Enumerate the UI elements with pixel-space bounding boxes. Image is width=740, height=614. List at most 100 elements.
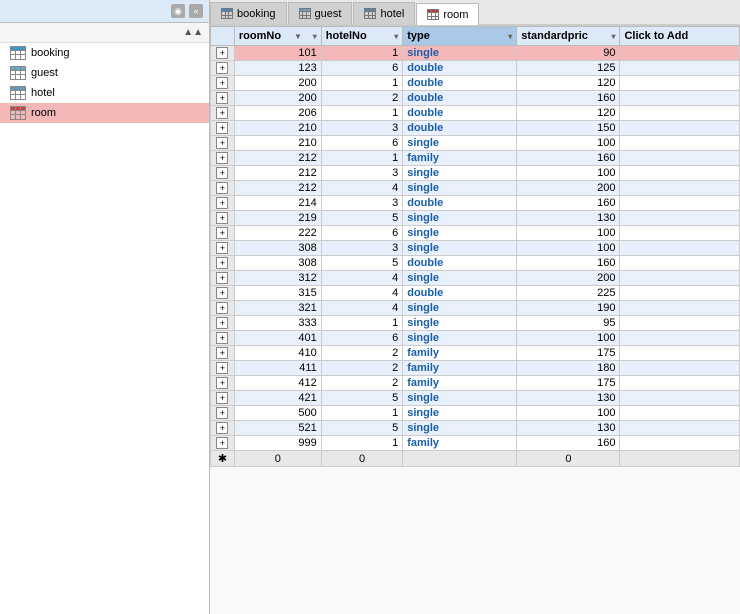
expand-button[interactable]: +	[216, 287, 228, 299]
new-roomno-cell[interactable]: 0	[234, 451, 321, 467]
click-to-add-cell	[620, 61, 740, 76]
col-header-clickToAdd[interactable]: Click to Add	[620, 27, 740, 46]
new-hotelno-cell[interactable]: 0	[321, 451, 402, 467]
expand-cell: +	[211, 271, 235, 286]
expand-button[interactable]: +	[216, 47, 228, 59]
expand-button[interactable]: +	[216, 437, 228, 449]
expand-cell: +	[211, 361, 235, 376]
room-tab-label: room	[443, 9, 468, 21]
expand-button[interactable]: +	[216, 212, 228, 224]
sidebar-item-booking[interactable]: booking	[0, 43, 209, 63]
price-cell: 175	[517, 346, 620, 361]
collapse-icon[interactable]: ▲▲	[183, 27, 203, 38]
hotelno-cell: 5	[321, 211, 402, 226]
type-cell: single	[403, 271, 517, 286]
sidebar-item-guest[interactable]: guest	[0, 63, 209, 83]
tab-hotel[interactable]: hotel	[353, 2, 415, 24]
type-cell: family	[403, 346, 517, 361]
expand-button[interactable]: +	[216, 152, 228, 164]
expand-button[interactable]: +	[216, 377, 228, 389]
sidebar-item-room[interactable]: room	[0, 103, 209, 123]
click-to-add-cell	[620, 421, 740, 436]
expand-button[interactable]: +	[216, 227, 228, 239]
panel-header-icons: ◉ «	[171, 4, 203, 18]
type-cell: double	[403, 256, 517, 271]
table-row: +2121family160	[211, 151, 740, 166]
expand-button[interactable]: +	[216, 347, 228, 359]
expand-button[interactable]: +	[216, 122, 228, 134]
hotelno-cell: 4	[321, 181, 402, 196]
price-cell: 160	[517, 436, 620, 451]
roomno-cell: 219	[234, 211, 321, 226]
expand-button[interactable]: +	[216, 302, 228, 314]
expand-button[interactable]: +	[216, 107, 228, 119]
hotelno-cell: 6	[321, 331, 402, 346]
expand-button[interactable]: +	[216, 197, 228, 209]
price-cell: 180	[517, 361, 620, 376]
new-type-cell[interactable]	[403, 451, 517, 467]
type-cell: single	[403, 226, 517, 241]
expand-button[interactable]: +	[216, 272, 228, 284]
type-cell: single	[403, 406, 517, 421]
expand-button[interactable]: +	[216, 242, 228, 254]
roomno-cell: 410	[234, 346, 321, 361]
expand-cell: +	[211, 181, 235, 196]
tab-guest[interactable]: guest	[288, 2, 353, 24]
price-cell: 125	[517, 61, 620, 76]
expand-button[interactable]: +	[216, 257, 228, 269]
tab-room[interactable]: room	[416, 3, 479, 25]
table-row: +2124single200	[211, 181, 740, 196]
roomno-cell: 315	[234, 286, 321, 301]
table-wrapper[interactable]: roomNo▼▾hotelNo▾type▾standardpric▾Click …	[210, 26, 740, 614]
expand-button[interactable]: +	[216, 392, 228, 404]
roomNo-dropdown-icon[interactable]: ▾	[313, 32, 317, 41]
hotel-tab-label: hotel	[380, 8, 404, 20]
sidebar-item-hotel[interactable]: hotel	[0, 83, 209, 103]
expand-button[interactable]: +	[216, 167, 228, 179]
hotel-tab-icon	[364, 8, 376, 19]
expand-cell: +	[211, 331, 235, 346]
type-dropdown-icon[interactable]: ▾	[508, 32, 512, 41]
expand-button[interactable]: +	[216, 137, 228, 149]
roomno-cell: 521	[234, 421, 321, 436]
hotelno-cell: 1	[321, 76, 402, 91]
hotelno-cell: 2	[321, 91, 402, 106]
hotelNo-col-label: hotelNo	[326, 30, 367, 42]
table-row: +2143double160	[211, 196, 740, 211]
type-cell: single	[403, 46, 517, 61]
price-cell: 225	[517, 286, 620, 301]
asterisk-cell: ✱	[211, 451, 235, 467]
col-header-expand[interactable]	[211, 27, 235, 46]
hotelno-cell: 1	[321, 316, 402, 331]
click-to-add-cell	[620, 211, 740, 226]
expand-button[interactable]: +	[216, 182, 228, 194]
hotelNo-dropdown-icon[interactable]: ▾	[394, 32, 398, 41]
expand-button[interactable]: +	[216, 77, 228, 89]
expand-button[interactable]: +	[216, 332, 228, 344]
left-panel: ◉ « ▲▲ bookingguesthotelroom	[0, 0, 210, 614]
expand-button[interactable]: +	[216, 92, 228, 104]
click-to-add-cell	[620, 286, 740, 301]
expand-button[interactable]: +	[216, 62, 228, 74]
expand-button[interactable]: +	[216, 362, 228, 374]
price-cell: 160	[517, 196, 620, 211]
hotelno-cell: 6	[321, 61, 402, 76]
col-header-type[interactable]: type▾	[403, 27, 517, 46]
hotelno-cell: 4	[321, 271, 402, 286]
click-to-add-cell	[620, 166, 740, 181]
type-cell: single	[403, 136, 517, 151]
expand-button[interactable]: +	[216, 422, 228, 434]
price-cell: 150	[517, 121, 620, 136]
chevron-left-icon[interactable]: «	[189, 4, 203, 18]
col-header-hotelNo[interactable]: hotelNo ▾	[321, 27, 402, 46]
col-header-roomNo[interactable]: roomNo▼▾	[234, 27, 321, 46]
new-price-cell[interactable]: 0	[517, 451, 620, 467]
expand-button[interactable]: +	[216, 407, 228, 419]
table-row: +9991family160	[211, 436, 740, 451]
click-to-add-cell	[620, 406, 740, 421]
col-header-standardPrice[interactable]: standardpric▾	[517, 27, 620, 46]
expand-button[interactable]: +	[216, 317, 228, 329]
circle-icon[interactable]: ◉	[171, 4, 185, 18]
standardPrice-dropdown-icon[interactable]: ▾	[611, 32, 615, 41]
tab-booking[interactable]: booking	[210, 2, 287, 24]
